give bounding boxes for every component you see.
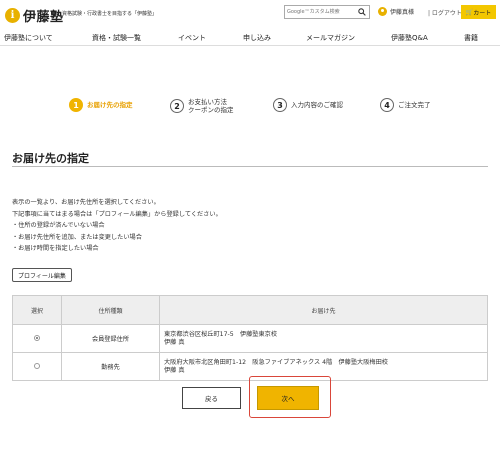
instruction-line: 下記事項に当てはまる場合は「プロフィール編集」から登録してください。 (12, 210, 222, 218)
cart-label: カート (473, 9, 492, 17)
select-cell (12, 324, 62, 353)
user-icon (378, 7, 387, 16)
back-button[interactable]: 戻る (182, 387, 241, 409)
cart-button[interactable]: 🛒 カート (461, 5, 496, 19)
main-nav: 伊藤塾について 資格・試験一覧 イベント 申し込み メールマガジン 伊藤塾Q&A… (0, 30, 500, 46)
step-number: 1 (69, 98, 83, 112)
column-header-destination: お届け先 (159, 295, 488, 325)
address-destination: 東京都渋谷区桜丘町17-5 伊藤塾東京校 伊藤 真 (159, 324, 488, 353)
nav-item-events[interactable]: イベント (178, 33, 206, 43)
instruction-line: 表示の一覧より、お届け先住所を選択してください。 (12, 199, 160, 206)
select-cell (12, 352, 62, 381)
recipient-name: 伊藤 真 (164, 366, 185, 374)
step-label: お届け先の指定 (87, 101, 133, 109)
instruction-line: ・住所の登録が済んでいない場合 (12, 222, 105, 229)
step-label: ご注文完了 (398, 101, 431, 109)
step-label: 入力内容のご確認 (291, 101, 343, 109)
address-radio-selected[interactable] (34, 334, 40, 341)
step-3: 3 入力内容のご確認 (273, 98, 343, 112)
logo-icon: i (5, 8, 20, 23)
address-line: 大阪府大阪市北区角田町1-12 阪急ファイブアネックス 4階 伊藤塾大阪梅田校 (164, 358, 388, 366)
step-2: 2 お支払い方法 クーポンの指定 (170, 98, 234, 114)
user-name: 伊藤真様 (390, 9, 415, 16)
nav-item-apply[interactable]: 申し込み (243, 33, 271, 43)
table-header-row: 選択 住所種類 お届け先 (12, 295, 488, 325)
cart-icon: 🛒 (465, 8, 474, 16)
address-radio[interactable] (34, 362, 40, 369)
search-icon[interactable] (358, 8, 366, 16)
step-number: 4 (380, 98, 394, 112)
address-line: 東京都渋谷区桜丘町17-5 伊藤塾東京校 (164, 330, 278, 338)
logo-text: 伊藤塾 (23, 10, 64, 25)
site-header: i 伊藤塾 資格試験・行政書士を目指する「伊藤塾」 伊藤真様 | ログアウト 🛒… (0, 0, 500, 27)
next-button[interactable]: 次へ (257, 386, 319, 410)
step-number: 2 (170, 99, 184, 113)
address-type: 会員登録住所 (61, 324, 160, 353)
recipient-name: 伊藤 真 (164, 338, 185, 346)
instruction-line: ・お届け先住所を追加、または変更したい場合 (12, 233, 142, 241)
step-label-line1: お支払い方法 (188, 98, 227, 106)
step-4: 4 ご注文完了 (380, 98, 431, 112)
step-label-line2: クーポンの指定 (188, 106, 234, 114)
logout-link[interactable]: | ログアウト (428, 8, 462, 17)
page-title: お届け先の指定 (12, 152, 89, 165)
step-label: お支払い方法 クーポンの指定 (188, 98, 234, 114)
step-number: 3 (273, 98, 287, 112)
instruction-line: ・お届け時間を指定したい場合 (12, 245, 99, 252)
address-table: 選択 住所種類 お届け先 会員登録住所 東京都渋谷区桜丘町17-5 伊藤塾東京校… (12, 295, 488, 381)
table-row[interactable]: 会員登録住所 東京都渋谷区桜丘町17-5 伊藤塾東京校 伊藤 真 (12, 324, 488, 353)
nav-item-mailmagazine[interactable]: メールマガジン (306, 33, 355, 43)
instructions: 表示の一覧より、お届け先住所を選択してください。 下記事項に当てはまる場合は「プ… (12, 197, 222, 255)
search-input[interactable] (285, 6, 355, 18)
nav-item-exams[interactable]: 資格・試験一覧 (92, 33, 141, 43)
step-1: 1 お届け先の指定 (69, 98, 133, 112)
column-header-select: 選択 (12, 295, 62, 325)
site-logo[interactable]: i 伊藤塾 (5, 6, 64, 25)
profile-edit-button[interactable]: プロフィール編集 (12, 268, 72, 282)
nav-item-qa[interactable]: 伊藤塾Q&A (391, 33, 428, 43)
user-menu[interactable]: 伊藤真様 (378, 7, 414, 16)
checkout-steps: 1 お届け先の指定 2 お支払い方法 クーポンの指定 3 入力内容のご確認 4 … (0, 94, 500, 116)
tagline: 資格試験・行政書士を目指する「伊藤塾」 (62, 11, 158, 17)
nav-item-books[interactable]: 書籍 (464, 33, 478, 43)
address-type: 勤務先 (61, 352, 160, 381)
column-header-type: 住所種類 (61, 295, 160, 325)
nav-item-about[interactable]: 伊藤塾について (4, 33, 53, 43)
search-box (284, 5, 370, 19)
title-divider (12, 166, 488, 167)
